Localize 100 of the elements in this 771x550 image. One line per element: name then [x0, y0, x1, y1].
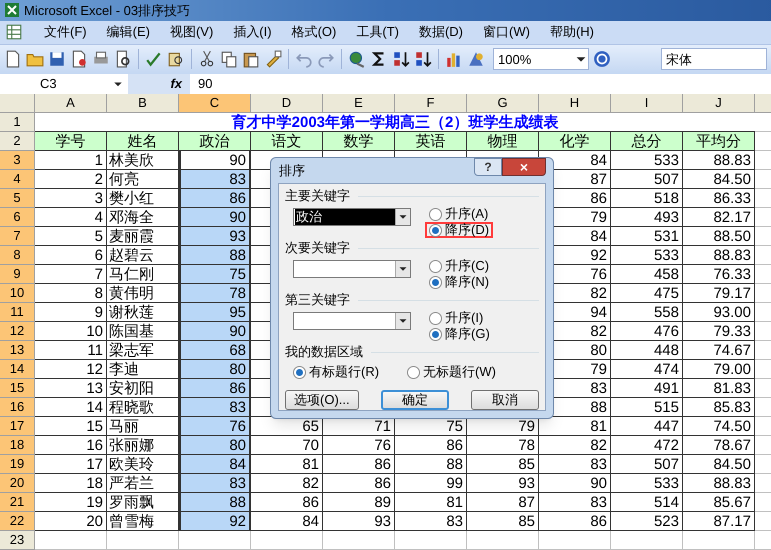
help-icon[interactable]: [593, 50, 611, 68]
sort-descending-icon[interactable]: [414, 50, 432, 68]
table-cell: 曾雪梅: [107, 512, 179, 531]
dialog-title: 排序: [278, 162, 305, 180]
table-cell: [179, 531, 251, 550]
help-button[interactable]: ?: [474, 158, 502, 176]
row-header[interactable]: 2: [0, 132, 35, 151]
row-header[interactable]: 20: [0, 474, 35, 493]
paste-icon[interactable]: [242, 50, 260, 68]
dropdown-field[interactable]: [293, 312, 411, 330]
row-header[interactable]: 12: [0, 322, 35, 341]
save-icon[interactable]: [48, 50, 66, 68]
permission-icon[interactable]: [70, 50, 88, 68]
row-header[interactable]: 4: [0, 170, 35, 189]
row-header[interactable]: 16: [0, 398, 35, 417]
spelling-icon[interactable]: [145, 50, 163, 68]
radio-button[interactable]: [429, 208, 442, 220]
radio-button[interactable]: [429, 260, 442, 272]
row-header[interactable]: 23: [0, 531, 35, 550]
table-cell: 85: [467, 455, 539, 474]
menu-item[interactable]: 文件(F): [44, 22, 87, 42]
column-header[interactable]: G: [467, 94, 539, 113]
row-header[interactable]: 8: [0, 246, 35, 265]
menu-item[interactable]: 视图(V): [170, 22, 214, 42]
table-cell: 79.00: [683, 360, 755, 379]
menu-item[interactable]: 格式(O): [292, 22, 336, 42]
row-header[interactable]: 6: [0, 208, 35, 227]
font-dropdown[interactable]: 宋体: [661, 48, 767, 70]
column-header[interactable]: E: [323, 94, 395, 113]
table-cell: 68: [179, 341, 251, 360]
row-header[interactable]: 14: [0, 360, 35, 379]
row-header[interactable]: 19: [0, 455, 35, 474]
row-header[interactable]: 22: [0, 512, 35, 531]
print-preview-icon[interactable]: [114, 50, 132, 68]
column-header[interactable]: J: [683, 94, 755, 113]
dialog-button[interactable]: 确定: [380, 390, 449, 410]
formula-input[interactable]: 90: [190, 74, 771, 94]
row-header[interactable]: 3: [0, 151, 35, 170]
radio-button[interactable]: [293, 366, 306, 378]
research-icon[interactable]: [167, 50, 185, 68]
table-cell: 87: [467, 493, 539, 512]
row-header[interactable]: 5: [0, 189, 35, 208]
radio-button[interactable]: [429, 328, 442, 340]
sort-ascending-icon[interactable]: [392, 50, 410, 68]
menu-item[interactable]: 编辑(E): [106, 22, 150, 42]
table-cell: 谢秋莲: [107, 303, 179, 322]
radio-button[interactable]: [429, 312, 442, 324]
menu-item[interactable]: 插入(I): [233, 22, 272, 42]
menu-item[interactable]: 工具(T): [356, 22, 399, 42]
table-cell: 86: [395, 436, 467, 455]
row-header[interactable]: 13: [0, 341, 35, 360]
column-header[interactable]: A: [35, 94, 107, 113]
row-header[interactable]: 17: [0, 417, 35, 436]
radio-button[interactable]: [407, 366, 420, 378]
copy-icon[interactable]: [220, 50, 238, 68]
name-box[interactable]: C3: [0, 74, 128, 94]
column-header[interactable]: F: [395, 94, 467, 113]
table-cell: [323, 531, 395, 550]
row-header[interactable]: 18: [0, 436, 35, 455]
menu-item[interactable]: 数据(D): [418, 22, 464, 42]
row-header[interactable]: 10: [0, 284, 35, 303]
table-cell: 80: [179, 436, 251, 455]
column-header[interactable]: B: [107, 94, 179, 113]
row-header[interactable]: 15: [0, 379, 35, 398]
drawing-icon[interactable]: [467, 50, 485, 68]
column-heading: 英语: [395, 132, 467, 151]
column-header[interactable]: I: [611, 94, 683, 113]
row-header[interactable]: 7: [0, 227, 35, 246]
column-header[interactable]: D: [251, 94, 323, 113]
column-heading: 政治: [179, 132, 251, 151]
row-header[interactable]: 11: [0, 303, 35, 322]
table-cell: 18: [35, 474, 107, 493]
menu-item[interactable]: 窗口(W): [483, 22, 530, 42]
table-cell: 558: [611, 303, 683, 322]
column-header[interactable]: C: [179, 94, 251, 113]
dialog-button[interactable]: 取消: [470, 390, 539, 410]
row-header[interactable]: 21: [0, 493, 35, 512]
dialog-button[interactable]: 选项(O)...: [285, 390, 359, 410]
table-cell: 李迪: [107, 360, 179, 379]
corner-cell[interactable]: [0, 94, 35, 113]
zoom-dropdown[interactable]: 100%: [493, 48, 589, 70]
radio-button[interactable]: [429, 224, 442, 236]
menu-item[interactable]: 帮助(H): [550, 22, 594, 42]
table-cell: 81: [251, 455, 323, 474]
close-button[interactable]: ×: [502, 158, 546, 176]
new-document-icon[interactable]: [4, 50, 22, 68]
radio-label: 升序(C): [445, 259, 490, 273]
dropdown-field[interactable]: [293, 260, 411, 278]
scissors-icon[interactable]: [198, 50, 216, 68]
row-header[interactable]: 9: [0, 265, 35, 284]
format-painter-icon[interactable]: [264, 50, 282, 68]
column-heading: 总分: [611, 132, 683, 151]
table-cell: 79.17: [683, 284, 755, 303]
radio-button[interactable]: [429, 276, 442, 288]
column-header[interactable]: H: [539, 94, 611, 113]
dropdown-field[interactable]: 政治: [293, 208, 411, 226]
table-cell: 4: [35, 208, 107, 227]
table-cell: 马丽: [107, 417, 179, 436]
table-cell: 88: [179, 493, 251, 512]
row-header[interactable]: 1: [0, 113, 35, 132]
